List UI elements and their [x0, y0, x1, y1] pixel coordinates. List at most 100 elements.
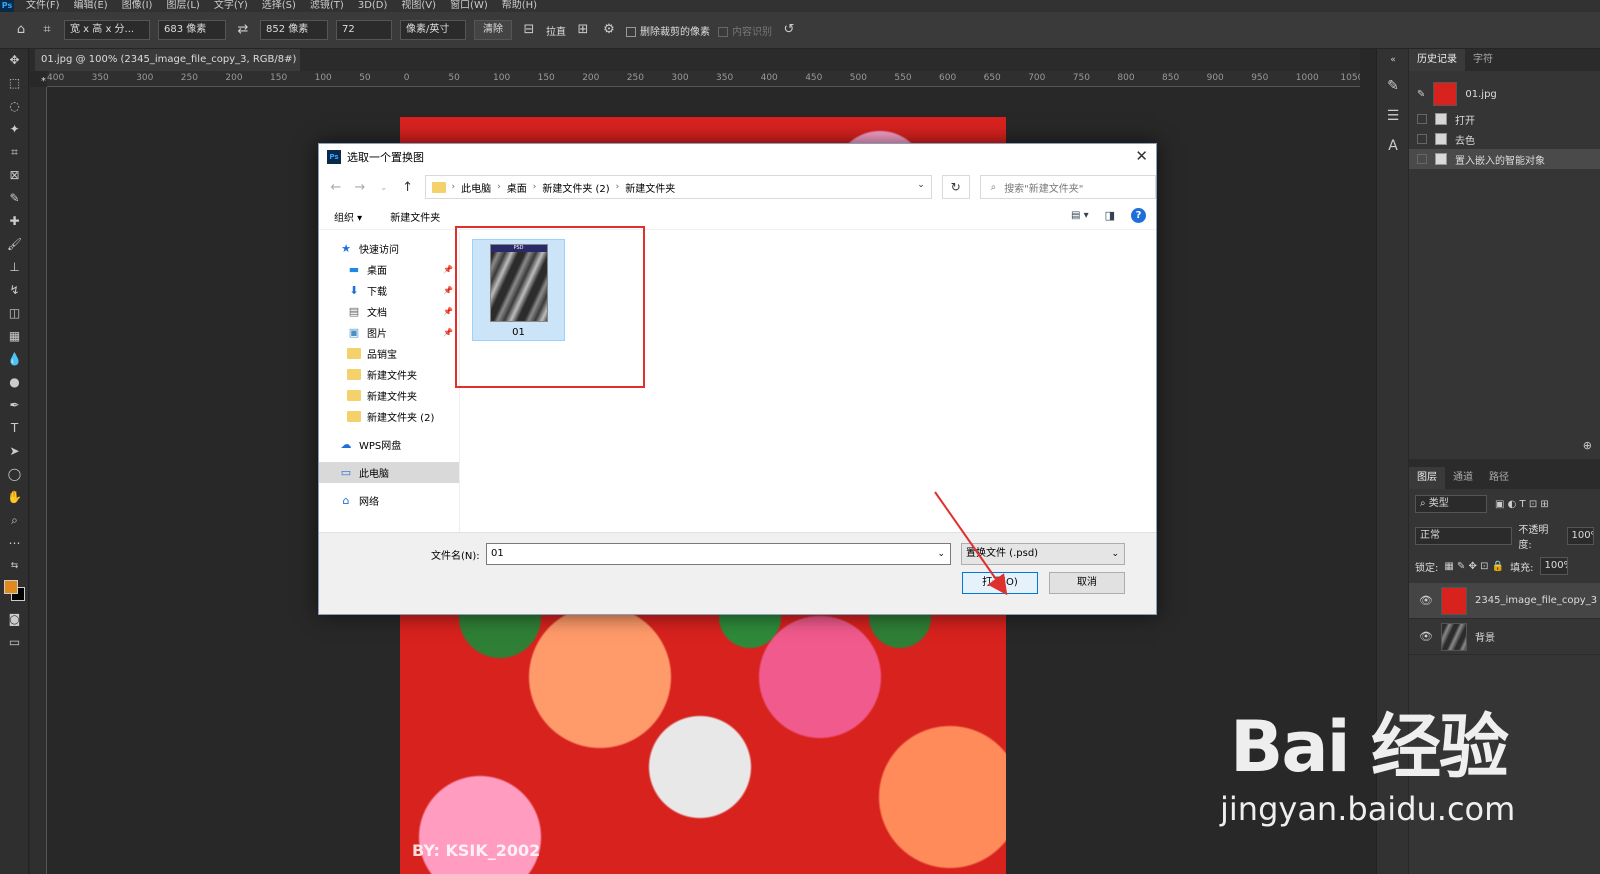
- width-input[interactable]: 683 像素: [158, 20, 226, 40]
- filename-input[interactable]: 01 ⌄: [486, 543, 951, 565]
- menu-help[interactable]: 帮助(H): [502, 0, 537, 12]
- filetype-select[interactable]: 置换文件 (.psd) ⌄: [961, 543, 1125, 565]
- move-tool-icon[interactable]: ✥: [0, 49, 29, 72]
- foreground-color-swatch[interactable]: [4, 580, 18, 594]
- eye-icon[interactable]: 👁: [1419, 594, 1433, 607]
- marquee-tool-icon[interactable]: ⬚: [0, 72, 29, 95]
- healing-tool-icon[interactable]: ✚: [0, 210, 29, 233]
- nav-folder[interactable]: 新建文件夹: [319, 364, 459, 385]
- eyedropper-tool-icon[interactable]: ✎: [0, 187, 29, 210]
- close-icon[interactable]: ✕: [1135, 147, 1148, 165]
- gear-icon[interactable]: ⚙: [600, 21, 618, 39]
- nav-documents[interactable]: ▤ 文档 📌: [319, 301, 459, 322]
- pen-tool-icon[interactable]: ✒: [0, 394, 29, 417]
- tab-channels[interactable]: 通道: [1445, 467, 1481, 489]
- breadcrumb-desktop[interactable]: 桌面: [507, 180, 527, 195]
- history-item[interactable]: 去色: [1409, 129, 1600, 149]
- open-button[interactable]: 打开(O): [962, 572, 1038, 594]
- character-icon[interactable]: A: [1377, 131, 1409, 161]
- history-item[interactable]: 打开: [1409, 109, 1600, 129]
- frame-tool-icon[interactable]: ⊠: [0, 164, 29, 187]
- chevron-down-icon[interactable]: ⌄: [1111, 544, 1119, 564]
- home-icon[interactable]: ⌂: [12, 21, 30, 39]
- menu-window[interactable]: 窗口(W): [450, 0, 488, 12]
- brush-tool-icon[interactable]: 🖌: [0, 233, 29, 256]
- adjustments-icon[interactable]: ☰: [1377, 101, 1409, 131]
- unit-select[interactable]: 像素/英寸: [400, 20, 466, 40]
- breadcrumb-new-folder[interactable]: 新建文件夹: [625, 180, 675, 195]
- clear-button[interactable]: 清除: [474, 20, 512, 40]
- type-tool-icon[interactable]: T: [0, 417, 29, 440]
- tab-paths[interactable]: 路径: [1481, 467, 1517, 489]
- nav-folder[interactable]: 新建文件夹: [319, 385, 459, 406]
- blur-tool-icon[interactable]: 💧: [0, 348, 29, 371]
- height-input[interactable]: 852 像素: [260, 20, 328, 40]
- history-brush-source-icon[interactable]: ✎: [1417, 89, 1425, 100]
- quick-mask-icon[interactable]: ◙: [0, 608, 29, 631]
- nav-folder[interactable]: 品销宝: [319, 343, 459, 364]
- menu-file[interactable]: 文件(F): [26, 0, 60, 12]
- nav-this-pc[interactable]: ▭ 此电脑: [319, 462, 459, 483]
- brush-settings-icon[interactable]: ✎: [1377, 71, 1409, 101]
- menu-image[interactable]: 图像(I): [122, 0, 153, 12]
- crop-tool-icon[interactable]: ⌗: [38, 21, 56, 39]
- new-folder-button[interactable]: 新建文件夹: [390, 209, 440, 224]
- menu-edit[interactable]: 编辑(E): [74, 0, 108, 12]
- new-snapshot-icon[interactable]: ⊕: [1409, 439, 1600, 459]
- organize-button[interactable]: 组织 ▾: [334, 209, 362, 224]
- checkbox-icon[interactable]: [1417, 154, 1427, 164]
- menu-select[interactable]: 选择(S): [262, 0, 296, 12]
- breadcrumb-new-folder-2[interactable]: 新建文件夹 (2): [542, 180, 609, 195]
- color-swatches[interactable]: [0, 578, 29, 608]
- history-brush-tool-icon[interactable]: ↯: [0, 279, 29, 302]
- blend-mode-select[interactable]: 正常: [1415, 527, 1513, 545]
- nav-network[interactable]: ⌂ 网络: [319, 490, 459, 511]
- help-icon[interactable]: ?: [1131, 208, 1146, 223]
- layer-filter-select[interactable]: ⌕ 类型: [1415, 495, 1487, 513]
- opacity-input[interactable]: 100%: [1566, 527, 1595, 545]
- nav-folder[interactable]: 新建文件夹 (2): [319, 406, 459, 427]
- lock-icons[interactable]: ▦ ✎ ✥ ⊡ 🔒: [1444, 561, 1504, 572]
- tab-layers[interactable]: 图层: [1409, 467, 1445, 489]
- document-tab[interactable]: 01.jpg @ 100% (2345_image_file_copy_3, R…: [35, 49, 300, 87]
- history-snapshot[interactable]: ✎ 01.jpg: [1409, 79, 1600, 109]
- search-input[interactable]: ⌕ 搜索"新建文件夹": [979, 175, 1157, 199]
- more-tools-icon[interactable]: ⋯: [0, 532, 29, 555]
- resolution-input[interactable]: 72: [336, 20, 392, 40]
- collapse-icon[interactable]: «: [1377, 49, 1409, 71]
- lasso-tool-icon[interactable]: ◌: [0, 95, 29, 118]
- preview-pane-icon[interactable]: ◨: [1105, 209, 1115, 222]
- magic-wand-tool-icon[interactable]: ✦: [0, 118, 29, 141]
- forward-arrow-icon[interactable]: →: [353, 180, 367, 195]
- chevron-down-icon[interactable]: ⌄: [917, 180, 925, 190]
- gradient-tool-icon[interactable]: ▦: [0, 325, 29, 348]
- chevron-down-icon[interactable]: ⌄: [937, 544, 945, 564]
- filter-icons[interactable]: ▣ ◐ T ⊡ ⊞: [1495, 499, 1549, 510]
- eye-icon[interactable]: 👁: [1419, 630, 1433, 643]
- nav-wps-cloud[interactable]: ☁ WPS网盘: [319, 434, 459, 455]
- nav-quick-access[interactable]: ★ 快速访问: [319, 238, 459, 259]
- swap-colors-icon[interactable]: ⇆: [0, 555, 29, 578]
- screen-mode-icon[interactable]: ▭: [0, 631, 29, 654]
- checkbox-icon[interactable]: [1417, 134, 1427, 144]
- straighten-label[interactable]: 拉直: [546, 23, 566, 38]
- back-arrow-icon[interactable]: ←: [329, 180, 343, 195]
- recent-dropdown-icon[interactable]: ⌄: [377, 183, 391, 192]
- tab-history[interactable]: 历史记录: [1409, 49, 1465, 71]
- reset-icon[interactable]: ↺: [780, 21, 798, 39]
- fill-input[interactable]: 100%: [1539, 557, 1568, 575]
- path-select-tool-icon[interactable]: ➤: [0, 440, 29, 463]
- address-bar[interactable]: › 此电脑 › 桌面 › 新建文件夹 (2) › 新建文件夹 ⌄: [424, 175, 932, 199]
- layer-row[interactable]: 👁 2345_image_file_copy_3: [1409, 583, 1600, 619]
- eraser-tool-icon[interactable]: ◫: [0, 302, 29, 325]
- view-options-icon[interactable]: ▤ ▾: [1071, 210, 1089, 221]
- checkbox-icon[interactable]: [626, 26, 636, 37]
- checkbox-icon[interactable]: [1417, 114, 1427, 124]
- dodge-tool-icon[interactable]: ●: [0, 371, 29, 394]
- file-list[interactable]: PSD 01: [455, 226, 1156, 532]
- menu-3d[interactable]: 3D(D): [358, 0, 388, 12]
- content-aware-checkbox[interactable]: 内容识别: [718, 23, 772, 38]
- menu-view[interactable]: 视图(V): [401, 0, 436, 12]
- grid-overlay-icon[interactable]: ⊞: [574, 21, 592, 39]
- refresh-icon[interactable]: ↻: [941, 175, 970, 199]
